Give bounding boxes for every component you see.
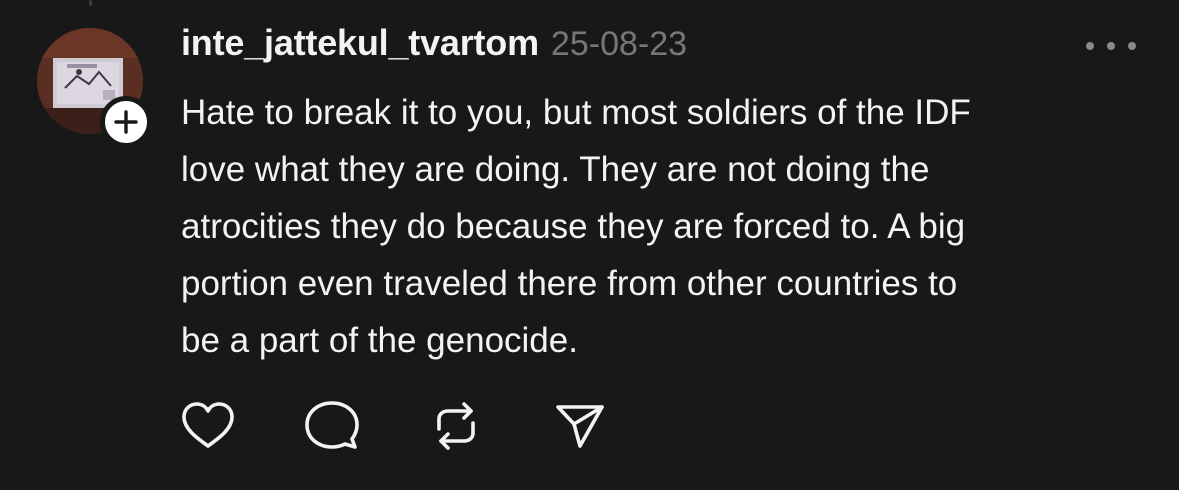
username[interactable]: inte_jattekul_tvartom [181,22,539,64]
repost-icon [437,402,475,450]
repost-button[interactable] [426,398,486,454]
post-body: Hate to break it to you, but most soldie… [181,93,971,360]
post-header: inte_jattekul_tvartom 25-08-23 [181,22,687,70]
send-paper-plane-icon [556,405,604,448]
comment-bubble-icon [305,401,359,449]
timestamp: 25-08-23 [550,25,688,63]
plus-icon [114,110,138,134]
more-dots-icon [1086,42,1094,50]
like-button[interactable] [178,398,238,454]
follow-button[interactable] [100,96,152,148]
more-dot [1128,42,1136,50]
reply-button[interactable] [302,398,362,454]
thread-line [89,0,92,6]
more-dot [1107,42,1115,50]
share-button[interactable] [550,398,610,454]
post-actions [178,398,674,454]
more-options-button[interactable] [1086,30,1136,62]
heart-icon [182,402,234,448]
